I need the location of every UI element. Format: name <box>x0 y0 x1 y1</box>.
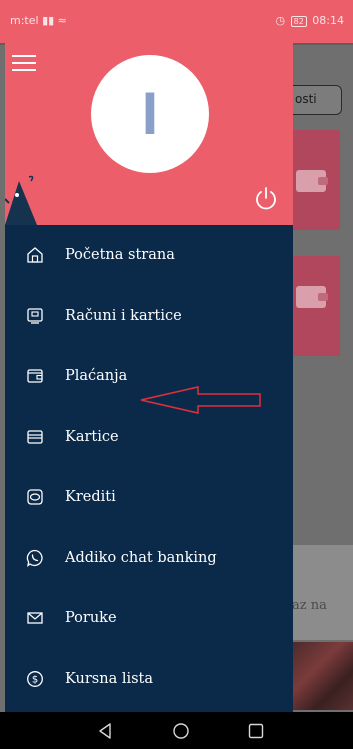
loan-icon <box>27 489 43 505</box>
hamburger-menu-icon[interactable] <box>12 55 36 71</box>
menu-item-kartice[interactable]: Kartice <box>5 407 293 468</box>
status-bar: m:tel ▮▮ ≈ ◷ 82 08:14 <box>0 0 353 43</box>
status-left-group: m:tel ▮▮ ≈ <box>10 14 67 27</box>
home-circle-icon[interactable] <box>171 721 191 741</box>
wifi-icon: ≈ <box>57 14 67 27</box>
alarm-icon: ◷ <box>275 14 286 27</box>
wallet-icon <box>27 369 43 383</box>
menu-item-racuni-i-kartice[interactable]: Računi i kartice <box>5 286 293 347</box>
background-banner <box>288 545 353 640</box>
drawer-menu: Početna strana Računi i kartice Plaćanja <box>5 225 293 709</box>
background-banner-text: az na <box>292 598 327 613</box>
menu-item-kursna-lista[interactable]: $ Kursna lista <box>5 649 293 710</box>
viber-chat-icon <box>26 549 43 567</box>
status-right-group: ◷ 82 08:14 <box>275 14 344 27</box>
home-icon <box>27 247 43 263</box>
background-card-tile <box>288 256 340 356</box>
menu-item-label: Početna strana <box>65 247 175 264</box>
carrier-name: m:tel <box>10 14 39 27</box>
envelope-icon <box>27 612 43 624</box>
menu-item-label: Kartice <box>65 428 119 445</box>
back-triangle-icon[interactable] <box>95 721 115 741</box>
menu-item-label: Plaćanja <box>65 368 128 385</box>
status-time: 08:14 <box>312 14 344 27</box>
recent-apps-square-icon[interactable] <box>246 721 266 741</box>
account-icon <box>27 308 43 324</box>
battery-level: 82 <box>290 16 307 27</box>
wallet-illustration-icon <box>296 286 328 308</box>
dollar-coin-icon: $ <box>27 670 43 687</box>
menu-item-label: Računi i kartice <box>65 307 182 324</box>
menu-item-label: Kursna lista <box>65 670 154 687</box>
menu-item-pocetna-strana[interactable]: Početna strana <box>5 225 293 286</box>
menu-item-label: Krediti <box>65 489 116 506</box>
menu-item-krediti[interactable]: Krediti <box>5 467 293 528</box>
avatar[interactable]: I <box>91 55 209 173</box>
menu-item-poruke[interactable]: Poruke <box>5 588 293 649</box>
signal-icon: ▮▮ <box>42 14 55 27</box>
navigation-drawer: I Početna strana Računi i kartice Plaćan… <box>5 43 293 712</box>
system-navigation-bar <box>0 712 353 749</box>
menu-item-addiko-chat-banking[interactable]: Addiko chat banking <box>5 528 293 589</box>
menu-item-label: Poruke <box>65 610 117 627</box>
menu-item-label: Addiko chat banking <box>65 549 217 566</box>
card-icon <box>27 430 43 444</box>
svg-text:$: $ <box>32 674 38 685</box>
background-photo <box>290 642 353 710</box>
avatar-initial: I <box>141 80 159 147</box>
mascot-illustration-icon <box>5 175 37 225</box>
annotation-arrow-icon <box>140 386 261 414</box>
power-logout-icon[interactable] <box>253 185 279 211</box>
drawer-header: I <box>5 43 293 225</box>
wallet-illustration-icon <box>296 170 328 192</box>
background-card-tile <box>288 130 340 230</box>
